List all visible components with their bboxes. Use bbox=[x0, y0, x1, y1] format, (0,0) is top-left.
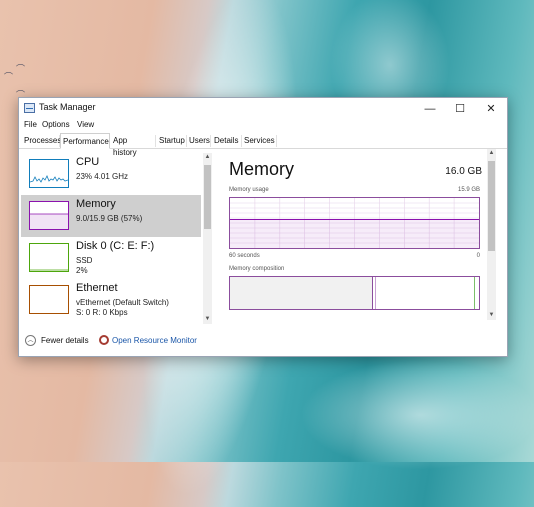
minimize-button[interactable]: — bbox=[415, 98, 445, 120]
detail-scrollbar[interactable]: ▲ ▼ bbox=[487, 149, 496, 320]
usage-graph-max: 15.9 GB bbox=[457, 187, 480, 193]
composition-free bbox=[474, 277, 475, 309]
tab-users[interactable]: Users bbox=[187, 135, 211, 147]
memory-thumbnail-graph bbox=[29, 201, 69, 230]
memory-usage-graph bbox=[229, 197, 480, 249]
open-resource-monitor-link[interactable]: Open Resource Monitor bbox=[112, 336, 197, 345]
sidebar-item-disk[interactable]: Disk 0 (C: E: F:) SSD 2% bbox=[21, 237, 201, 279]
sidebar-item-detail: 2% bbox=[76, 266, 88, 275]
page-title: Memory bbox=[229, 159, 295, 179]
sidebar-item-detail: vEthernet (Default Switch) bbox=[76, 298, 169, 307]
composition-label: Memory composition bbox=[229, 266, 285, 272]
sidebar-item-detail: 23% 4.01 GHz bbox=[76, 172, 129, 181]
menu-file[interactable]: File bbox=[24, 120, 37, 129]
tab-startup[interactable]: Startup bbox=[157, 135, 187, 147]
sidebar-scrollbar[interactable]: ▲ ▼ bbox=[203, 153, 212, 324]
menu-bar: File Options View bbox=[19, 120, 507, 132]
scrollbar-thumb[interactable] bbox=[488, 161, 495, 251]
tab-app-history[interactable]: App history bbox=[111, 135, 156, 157]
scroll-down-icon[interactable]: ▼ bbox=[203, 315, 212, 324]
sidebar-item-cpu[interactable]: CPU 23% 4.01 GHz bbox=[21, 153, 201, 195]
composition-in-use bbox=[230, 277, 373, 309]
sidebar-item-title: CPU bbox=[76, 156, 100, 168]
memory-capacity: 16.0 GB bbox=[445, 166, 482, 177]
composition-modified bbox=[373, 277, 376, 309]
window-title: Task Manager bbox=[39, 102, 96, 112]
sidebar-item-title: Disk 0 (C: E: F:) bbox=[76, 240, 155, 252]
tab-processes[interactable]: Processes bbox=[22, 135, 61, 147]
chevron-up-icon[interactable]: ︿ bbox=[25, 335, 36, 346]
sidebar-item-title: Ethernet bbox=[76, 282, 118, 294]
menu-view[interactable]: View bbox=[77, 120, 94, 129]
resource-monitor-icon bbox=[99, 335, 109, 345]
scroll-up-icon[interactable]: ▲ bbox=[203, 153, 212, 162]
bird-icon: ⌒ bbox=[4, 72, 14, 82]
tab-performance[interactable]: Performance bbox=[60, 133, 110, 149]
usage-area bbox=[230, 219, 479, 248]
wave-foam bbox=[300, 360, 534, 470]
usage-graph-label: Memory usage bbox=[229, 187, 269, 193]
scroll-down-icon[interactable]: ▼ bbox=[487, 311, 496, 320]
sidebar-item-detail: S: 0 R: 0 Kbps bbox=[76, 308, 128, 317]
graph-time-span: 60 seconds bbox=[229, 253, 260, 259]
maximize-button[interactable]: ☐ bbox=[445, 98, 475, 120]
memory-detail-panel: Memory 16.0 GB Memory usage 15.9 GB 60 s… bbox=[224, 149, 496, 324]
menu-options[interactable]: Options bbox=[42, 120, 70, 129]
tab-bar: Processes Performance App history Startu… bbox=[19, 133, 507, 157]
memory-usage-chart bbox=[230, 198, 479, 248]
memory-composition-bar bbox=[229, 276, 480, 310]
scroll-up-icon[interactable]: ▲ bbox=[487, 149, 496, 158]
sidebar-item-memory[interactable]: Memory 9.0/15.9 GB (57%) bbox=[21, 195, 201, 237]
footer-bar: ︿ Fewer details Open Resource Monitor bbox=[19, 330, 507, 352]
graph-time-end: 0 bbox=[476, 253, 480, 259]
task-manager-app-icon bbox=[24, 103, 35, 113]
bird-icon: ⌒ bbox=[16, 64, 26, 74]
performance-sidebar: CPU 23% 4.01 GHz Memory 9.0/15.9 GB (57%… bbox=[21, 153, 214, 324]
sidebar-item-ethernet[interactable]: Ethernet vEthernet (Default Switch) S: 0… bbox=[21, 279, 201, 321]
tab-details[interactable]: Details bbox=[212, 135, 242, 147]
sidebar-item-detail: SSD bbox=[76, 256, 93, 265]
fewer-details-button[interactable]: Fewer details bbox=[41, 336, 89, 345]
task-manager-window: Task Manager — ☐ ✕ File Options View Pro… bbox=[18, 97, 508, 357]
cpu-thumbnail-graph bbox=[29, 159, 69, 188]
ethernet-thumbnail-graph bbox=[29, 285, 69, 314]
sidebar-item-detail: 9.0/15.9 GB (57%) bbox=[76, 214, 143, 223]
tab-services[interactable]: Services bbox=[242, 135, 277, 147]
scrollbar-thumb[interactable] bbox=[204, 165, 211, 229]
disk-thumbnail-graph bbox=[29, 243, 69, 272]
close-button[interactable]: ✕ bbox=[476, 98, 506, 120]
sidebar-item-title: Memory bbox=[76, 198, 116, 210]
title-bar[interactable]: Task Manager — ☐ ✕ bbox=[19, 98, 507, 120]
